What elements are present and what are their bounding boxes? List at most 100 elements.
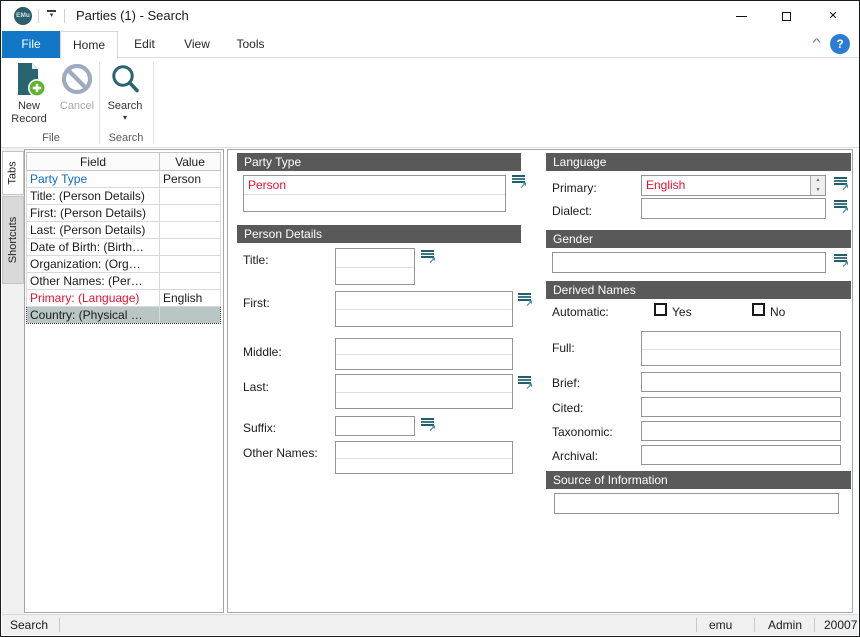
spin-up-icon[interactable]: ▲ (816, 178, 821, 183)
criteria-field[interactable]: Party Type (27, 171, 160, 188)
criteria-field[interactable]: Other Names: (Per… (27, 273, 160, 290)
cited-input[interactable] (641, 397, 841, 417)
first-input[interactable] (335, 291, 513, 327)
lookup-list-icon[interactable]: ↗ (517, 376, 533, 391)
lookup-arrow: ↗ (841, 205, 849, 216)
criteria-field[interactable]: Country: (Physical … (27, 307, 160, 324)
minimize-button[interactable] (719, 1, 764, 31)
window-title: Parties (1) - Search (76, 8, 189, 23)
criteria-value[interactable] (160, 256, 221, 273)
lookup-list-icon[interactable]: ↗ (833, 177, 849, 192)
sidebar-tab-tabs[interactable]: Tabs (2, 151, 24, 195)
lookup-list-icon[interactable]: ↗ (511, 175, 527, 190)
tab-view[interactable]: View (171, 31, 223, 58)
emu-app-icon[interactable]: EMu (14, 7, 32, 25)
criteria-field[interactable]: Last: (Person Details) (27, 222, 160, 239)
last-input[interactable] (335, 374, 513, 409)
automatic-yes-label: Yes (672, 305, 692, 319)
status-bar: Search emu Admin 20007 (2, 614, 858, 635)
automatic-yes-checkbox[interactable] (654, 303, 667, 316)
criteria-value[interactable] (160, 307, 221, 324)
lookup-list-icon[interactable]: ↗ (420, 418, 436, 433)
spinner-control[interactable]: ▲ ▼ (810, 176, 825, 195)
criteria-row[interactable]: Primary: (Language) English (27, 290, 221, 307)
status-user: Admin (768, 615, 802, 635)
spin-down-icon[interactable]: ▼ (816, 188, 821, 193)
ribbon-collapse-icon[interactable]: ^ (812, 37, 820, 49)
criteria-field[interactable]: Date of Birth: (Birth… (27, 239, 160, 256)
section-gender: Gender (546, 230, 851, 248)
criteria-row[interactable]: Organization: (Org… (27, 256, 221, 273)
criteria-value[interactable] (160, 205, 221, 222)
criteria-field[interactable]: First: (Person Details) (27, 205, 160, 222)
other-names-label: Other Names: (243, 446, 318, 460)
criteria-row[interactable]: Last: (Person Details) (27, 222, 221, 239)
status-separator (59, 618, 60, 632)
criteria-value[interactable] (160, 273, 221, 290)
lookup-arrow: ↗ (428, 423, 436, 434)
archival-input[interactable] (641, 445, 841, 465)
criteria-value[interactable] (160, 239, 221, 256)
tab-tools[interactable]: Tools (223, 31, 278, 58)
party-type-value: Person (248, 178, 286, 192)
source-input[interactable] (554, 493, 839, 514)
criteria-row[interactable]: First: (Person Details) (27, 205, 221, 222)
criteria-field[interactable]: Organization: (Org… (27, 256, 160, 273)
criteria-field[interactable]: Primary: (Language) (27, 290, 160, 307)
status-db: emu (709, 615, 732, 635)
archival-label: Archival: (552, 449, 598, 463)
party-type-input[interactable]: Person (243, 175, 506, 212)
criteria-col-value[interactable]: Value (160, 153, 221, 171)
primary-input[interactable]: English ▲ ▼ (641, 175, 826, 196)
middle-input[interactable] (335, 338, 513, 370)
other-names-input[interactable] (335, 441, 513, 474)
sidebar-tab-shortcuts[interactable]: Shortcuts (2, 196, 24, 284)
grid-row-divider (244, 194, 505, 195)
taxonomic-input[interactable] (641, 421, 841, 441)
grid-row-divider (642, 349, 840, 350)
suffix-label: Suffix: (243, 421, 276, 435)
lookup-list-icon[interactable]: ↗ (517, 293, 533, 308)
dialect-input[interactable] (641, 198, 826, 219)
criteria-row[interactable]: Party Type Person (27, 171, 221, 188)
criteria-value[interactable]: Person (160, 171, 221, 188)
criteria-row[interactable]: Date of Birth: (Birth… (27, 239, 221, 256)
automatic-no-checkbox[interactable] (752, 303, 765, 316)
criteria-row[interactable]: Other Names: (Per… (27, 273, 221, 290)
lookup-list-icon[interactable]: ↗ (833, 254, 849, 269)
brief-input[interactable] (641, 372, 841, 392)
section-party-type: Party Type (237, 153, 521, 171)
maximize-button[interactable] (764, 1, 809, 31)
grid-row-divider (336, 392, 512, 393)
middle-label: Middle: (243, 345, 282, 359)
tab-file[interactable]: File (2, 31, 60, 58)
criteria-row[interactable]: Title: (Person Details) (27, 188, 221, 205)
lookup-list-icon[interactable]: ↗ (420, 250, 436, 265)
close-button[interactable]: × (809, 1, 857, 31)
tab-edit[interactable]: Edit (118, 31, 171, 58)
criteria-row-selected[interactable]: Country: (Physical … (27, 307, 221, 324)
automatic-no-label: No (770, 305, 785, 319)
gender-input[interactable] (552, 252, 826, 273)
help-button[interactable]: ? (830, 34, 850, 54)
search-button[interactable]: Search ▾ (101, 62, 149, 134)
search-dropdown-icon[interactable]: ▾ (101, 113, 149, 122)
criteria-field[interactable]: Title: (Person Details) (27, 188, 160, 205)
title-input[interactable] (335, 248, 415, 285)
criteria-col-field[interactable]: Field (27, 153, 160, 171)
quick-access-dropdown-icon[interactable]: ▾ (45, 10, 58, 18)
lookup-list-icon[interactable]: ↗ (833, 200, 849, 215)
ribbon-group-file-label: File (5, 132, 97, 144)
criteria-value[interactable] (160, 188, 221, 205)
sidebar-tab-tabs-label: Tabs (7, 161, 19, 184)
new-record-button[interactable]: New Record (5, 62, 53, 134)
criteria-value[interactable]: English (160, 290, 221, 307)
grid-row-divider (336, 354, 512, 355)
lookup-bars (421, 250, 434, 252)
minimize-icon (736, 16, 747, 17)
suffix-input[interactable] (335, 416, 415, 436)
new-record-icon (10, 62, 48, 98)
tab-home[interactable]: Home (60, 31, 118, 59)
full-input[interactable] (641, 331, 841, 366)
criteria-value[interactable] (160, 222, 221, 239)
